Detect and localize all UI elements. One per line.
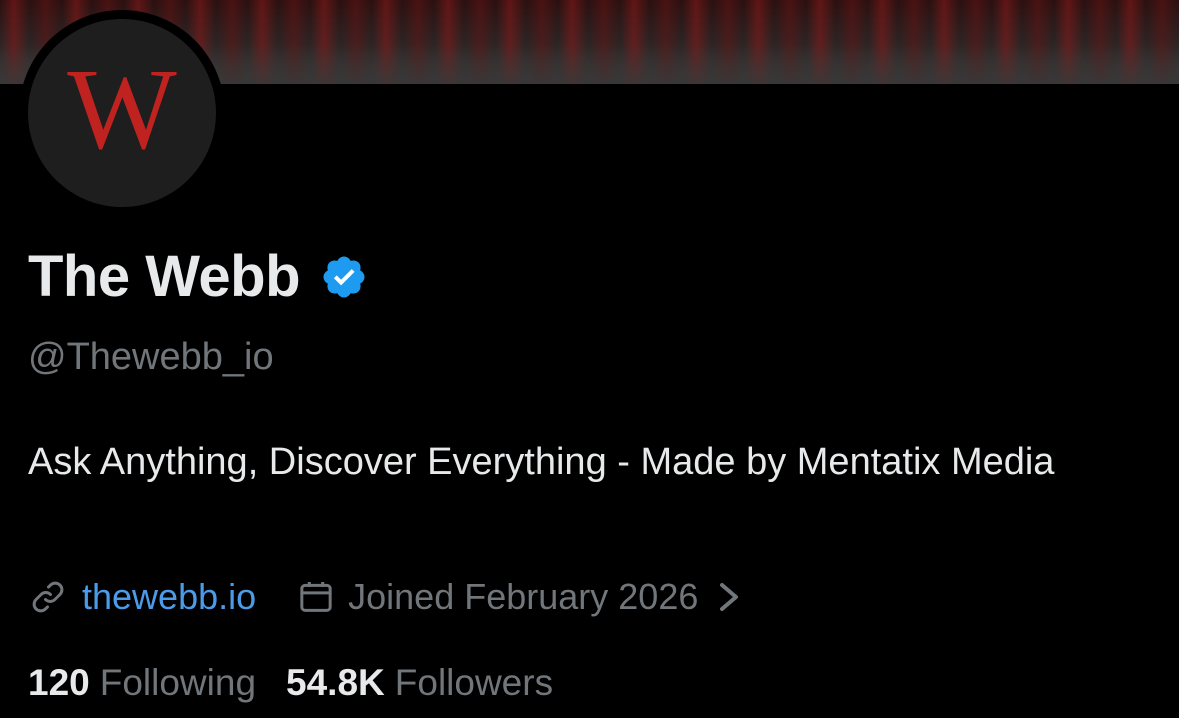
profile-bio: Ask Anything, Discover Everything - Made… [28,441,1055,483]
joined-date[interactable]: Joined February 2026 [296,576,742,618]
followers-link[interactable]: 54.8K Followers [286,662,553,704]
user-handle: @Thewebb_io [28,336,274,378]
following-label: Following [99,662,257,703]
verified-badge-icon[interactable] [320,253,368,301]
avatar[interactable]: W [19,10,225,216]
name-row: The Webb [28,248,368,306]
chevron-right-icon [716,577,742,617]
following-link[interactable]: 120 Following [28,662,256,704]
website-link[interactable]: thewebb.io [82,576,256,618]
calendar-icon [296,577,336,617]
followers-count: 54.8K [286,662,385,703]
profile-meta-row: thewebb.io Joined February 2026 [28,576,742,618]
avatar-letter: W [67,46,177,174]
follow-stats: 120 Following 54.8K Followers [28,662,553,704]
avatar-image: W [28,19,216,207]
following-count: 120 [28,662,90,703]
display-name: The Webb [28,244,301,309]
link-icon [28,577,68,617]
joined-date-text: Joined February 2026 [348,576,699,617]
followers-label: Followers [394,662,554,703]
